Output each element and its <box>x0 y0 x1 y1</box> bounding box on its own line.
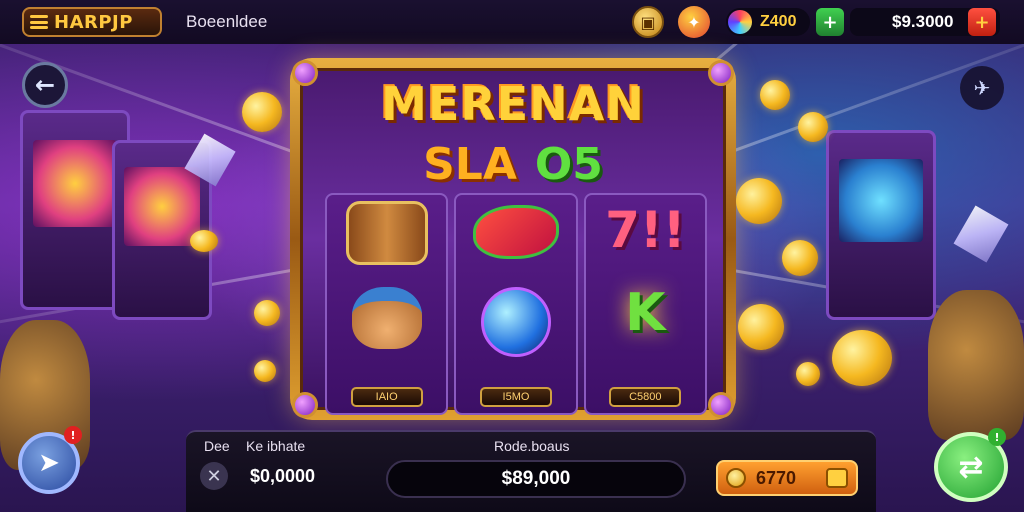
coin-decoration <box>738 304 784 350</box>
machine-subtitle-b: O5 <box>534 139 603 190</box>
coin-decoration <box>832 330 892 386</box>
reels: IAIO I5MO 7!! K C5800 <box>325 193 707 415</box>
logo-text: HARPJP <box>54 11 133 33</box>
coin-decoration <box>796 362 820 386</box>
reel-plate: C5800 <box>609 387 682 407</box>
settings-button[interactable]: ✈ <box>960 66 1004 110</box>
reel-2: I5MO <box>454 193 578 415</box>
corner-gem-icon <box>292 60 318 86</box>
close-icon: ✕ <box>206 465 222 487</box>
slot-machine-inner: MERENAN SLA O5 IAIO I5MO 7!! K C5800 <box>300 68 726 415</box>
top-bar: HARPJP Boeenldee ▣ ✦ Z400 + $9.3000 + <box>0 0 1024 44</box>
coin-decoration <box>782 240 818 276</box>
reel-1: IAIO <box>325 193 449 415</box>
seven-symbol: 7!! <box>605 201 686 259</box>
shop-icon[interactable]: ▣ <box>632 6 664 38</box>
bet-label-a: Dee <box>204 438 230 454</box>
coin-decoration <box>190 230 218 252</box>
coin-decoration <box>254 360 276 382</box>
win-value: $89,000 <box>501 468 571 489</box>
gem-balance: Z400 <box>760 13 797 30</box>
win-label: Rode.boaus <box>494 438 570 454</box>
robot-decoration-right <box>928 290 1024 440</box>
bet-panel: Dee Ke ibhate ✕ $0,0000 Rode.boaus $89,0… <box>186 430 876 512</box>
slot-machine: MERENAN SLA O5 IAIO I5MO 7!! K C5800 <box>290 58 736 420</box>
bet-label-b: Ke ibhate <box>246 438 306 454</box>
notification-badge: ! <box>64 426 82 444</box>
k-symbol: K <box>625 283 666 343</box>
arcade-cabinet-right <box>826 130 936 320</box>
reel-3: 7!! K C5800 <box>583 193 707 415</box>
machine-subtitle: SLA O5 <box>303 139 723 190</box>
spin-value: 6770 <box>756 467 797 488</box>
pepper-symbol-icon <box>472 205 559 259</box>
gem-icon <box>728 10 752 34</box>
add-coins-button[interactable]: + <box>968 8 996 36</box>
crystal-decoration <box>953 205 1009 263</box>
gift-icon[interactable]: ✦ <box>678 6 710 38</box>
reel-plate: IAIO <box>350 387 423 407</box>
coin-decoration <box>254 300 280 326</box>
lock-icon <box>826 468 848 488</box>
clear-bet-button[interactable]: ✕ <box>200 462 228 490</box>
back-button[interactable]: ← <box>22 62 68 108</box>
barrel-symbol-icon <box>345 201 428 265</box>
reel-plate: I5MO <box>479 387 552 407</box>
machine-subtitle-a: SLA <box>423 139 517 190</box>
coin-icon <box>726 468 746 488</box>
game-title: Boeenldee <box>186 12 268 31</box>
coin-decoration <box>760 80 790 110</box>
bear-symbol-icon <box>351 287 422 349</box>
corner-gem-icon <box>292 392 318 418</box>
win-display: $89,000 <box>386 460 686 498</box>
notification-badge: ! <box>988 428 1006 446</box>
airplane-icon: ✈ <box>973 76 991 100</box>
logo-menu-button[interactable]: HARPJP <box>22 7 162 37</box>
refresh-icon: ⇄ <box>958 449 984 485</box>
machine-title: MERENAN <box>381 77 645 131</box>
corner-gem-icon <box>708 392 734 418</box>
corner-gem-icon <box>708 60 734 86</box>
menu-icon <box>30 15 48 29</box>
gem-balance-pill: Z400 <box>726 8 810 36</box>
spin-cost-button[interactable]: 6770 <box>716 460 858 496</box>
coin-decoration <box>736 178 782 224</box>
bet-value: $0,0000 <box>250 466 316 486</box>
coin-decoration <box>242 92 282 132</box>
coin-balance: $9.3000 <box>892 12 954 31</box>
add-gems-button[interactable]: + <box>816 8 844 36</box>
rocket-icon: ➤ <box>38 448 60 478</box>
arrow-left-icon: ← <box>34 71 56 99</box>
orb-symbol-icon <box>480 287 551 357</box>
coin-decoration <box>798 112 828 142</box>
